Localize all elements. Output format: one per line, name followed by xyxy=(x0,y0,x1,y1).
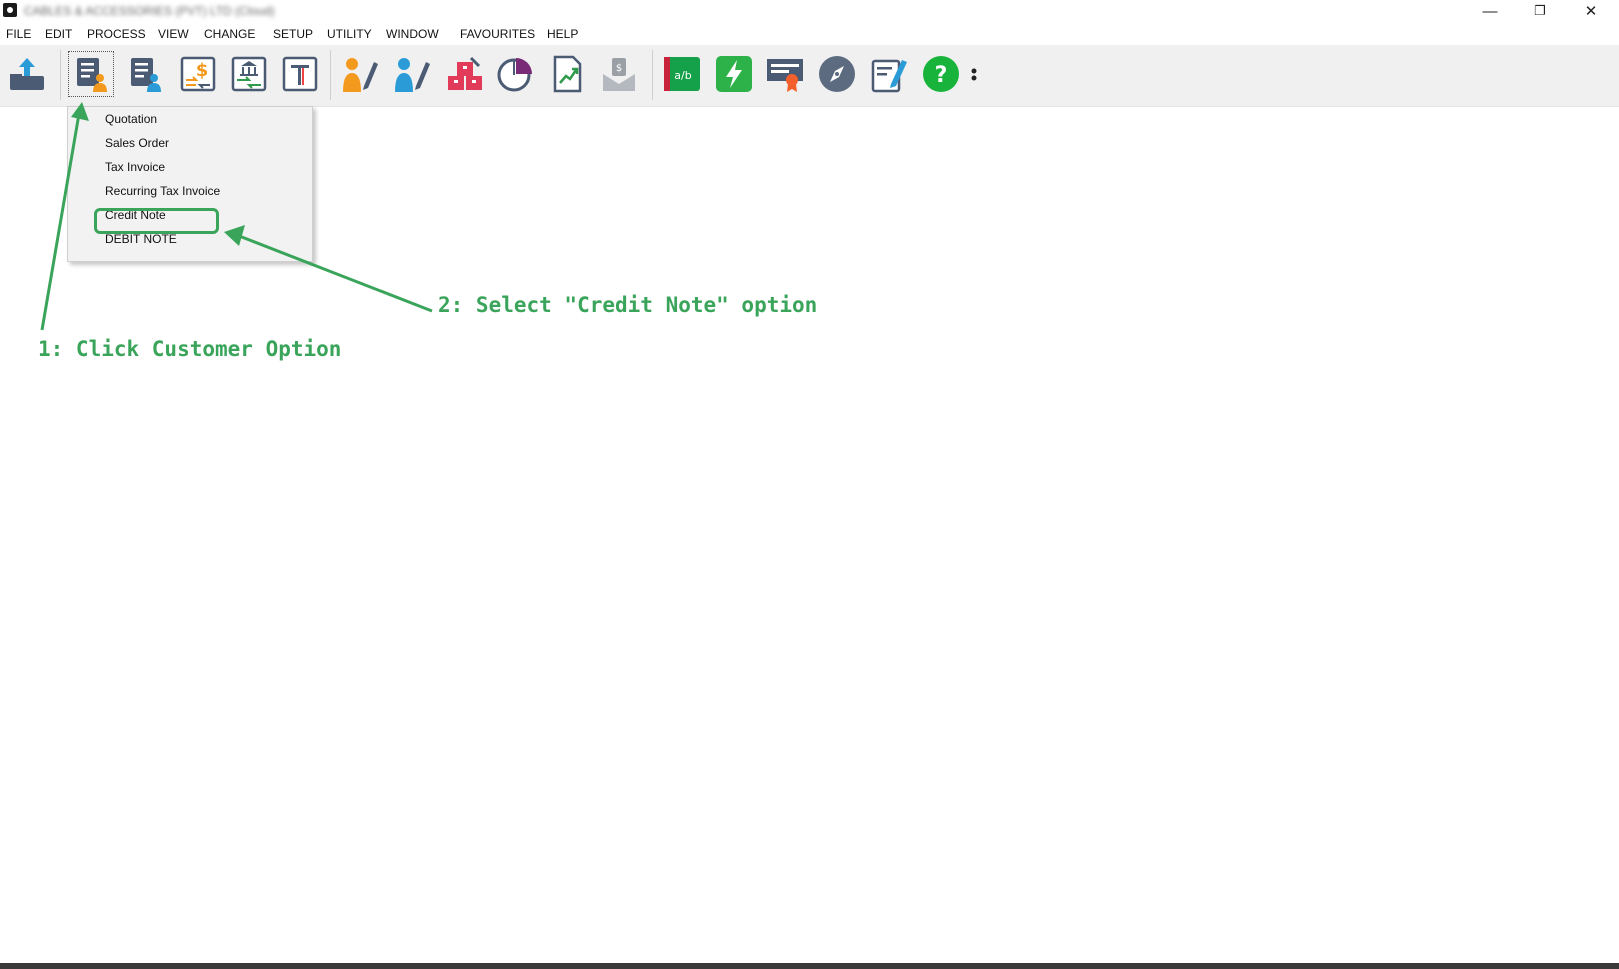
trend-report-icon[interactable] xyxy=(547,54,587,94)
pie-chart-icon[interactable] xyxy=(495,54,535,94)
menu-utility[interactable]: UTILITY xyxy=(327,27,372,41)
customer-icon[interactable] xyxy=(68,51,114,97)
certificate-icon[interactable] xyxy=(765,54,805,94)
svg-text:a/b: a/b xyxy=(674,69,691,82)
menu-item-debit-note[interactable]: DEBIT NOTE xyxy=(105,232,177,246)
menu-item-sales-order[interactable]: Sales Order xyxy=(105,136,169,150)
menu-setup[interactable]: SETUP xyxy=(273,27,313,41)
menu-item-recurring-tax-invoice[interactable]: Recurring Tax Invoice xyxy=(105,184,220,198)
customer-dropdown-menu: Quotation Sales Order Tax Invoice Recurr… xyxy=(67,106,313,262)
title-bar: CABLES & ACCESSORIES (PVT) LTD (Cloud) —… xyxy=(0,0,1619,22)
credit-note-highlight xyxy=(94,208,219,234)
bank-transfer-icon[interactable] xyxy=(229,54,269,94)
menu-file[interactable]: FILE xyxy=(6,27,31,41)
supplier-icon[interactable] xyxy=(125,54,165,94)
menu-help[interactable]: HELP xyxy=(547,27,578,41)
export-tray-icon[interactable] xyxy=(7,54,47,94)
green-report-icon[interactable]: a/b xyxy=(662,54,702,94)
svg-text:$: $ xyxy=(196,60,209,81)
menu-view[interactable]: VIEW xyxy=(158,27,189,41)
svg-text:$: $ xyxy=(616,63,622,74)
close-button[interactable]: ✕ xyxy=(1566,0,1616,22)
svg-text:?: ? xyxy=(935,63,948,88)
toolbar-separator xyxy=(652,50,653,100)
toolbar-overflow-icon[interactable] xyxy=(968,54,980,94)
notepad-icon[interactable] xyxy=(869,54,909,94)
edit-customer-icon[interactable] xyxy=(340,54,380,94)
menu-bar: FILE EDIT PROCESS VIEW CHANGE SETUP UTIL… xyxy=(0,23,1619,44)
toolbar-separator xyxy=(60,50,61,100)
payment-exchange-icon[interactable]: $ xyxy=(178,54,218,94)
edit-supplier-icon[interactable] xyxy=(392,54,432,94)
toolbar: $ $ a/b ? xyxy=(0,45,1619,107)
restore-button[interactable]: ❐ xyxy=(1515,0,1565,22)
help-icon[interactable]: ? xyxy=(921,54,961,94)
toolbar-separator xyxy=(330,50,331,100)
menu-change[interactable]: CHANGE xyxy=(204,27,255,41)
compass-icon[interactable] xyxy=(817,54,857,94)
taskbar-edge xyxy=(0,963,1619,969)
flash-icon[interactable] xyxy=(714,54,754,94)
cash-envelope-icon[interactable]: $ xyxy=(599,54,639,94)
app-icon xyxy=(3,3,17,17)
minimize-button[interactable]: — xyxy=(1465,0,1515,22)
step-1-annotation: 1: Click Customer Option xyxy=(38,337,342,361)
menu-edit[interactable]: EDIT xyxy=(45,27,72,41)
menu-favourites[interactable]: FAVOURITES xyxy=(460,27,535,41)
inventory-icon[interactable] xyxy=(445,54,485,94)
menu-item-tax-invoice[interactable]: Tax Invoice xyxy=(105,160,165,174)
window-title: CABLES & ACCESSORIES (PVT) LTD (Cloud) xyxy=(24,4,275,18)
step-2-annotation: 2: Select "Credit Note" option xyxy=(438,293,818,317)
menu-window[interactable]: WINDOW xyxy=(386,27,439,41)
menu-process[interactable]: PROCESS xyxy=(87,27,146,41)
menu-item-quotation[interactable]: Quotation xyxy=(105,112,157,126)
text-template-icon[interactable] xyxy=(280,54,320,94)
